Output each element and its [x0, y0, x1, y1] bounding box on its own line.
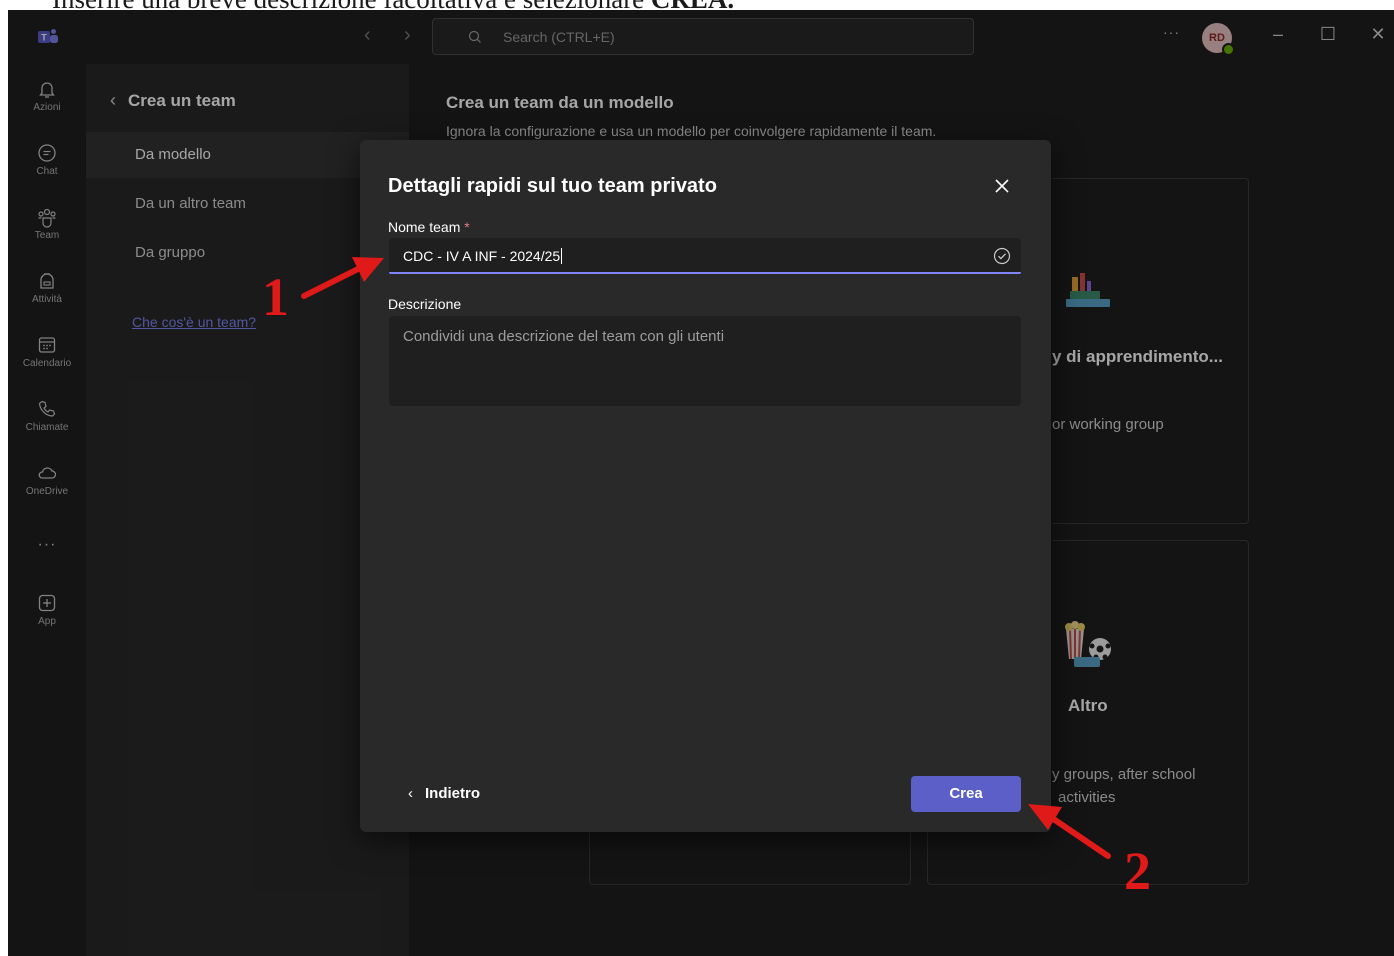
quick-team-details-dialog: Dettagli rapidi sul tuo team privato Nom… [360, 140, 1051, 832]
dialog-title: Dettagli rapidi sul tuo team privato [388, 175, 717, 197]
close-icon[interactable] [992, 176, 1012, 196]
team-name-value: CDC - IV A INF - 2024/25 [403, 248, 561, 264]
annotation-step-2: 2 [1124, 841, 1151, 901]
back-button[interactable]: ‹ Indietro [408, 785, 480, 802]
text-caret [561, 248, 563, 264]
description-textarea[interactable]: Condividi una descrizione del team con g… [389, 316, 1021, 406]
required-mark: * [464, 219, 470, 235]
chevron-left-icon: ‹ [408, 785, 413, 802]
create-button[interactable]: Crea [911, 776, 1021, 812]
annotation-step-1: 1 [262, 267, 289, 327]
check-circle-icon [993, 247, 1011, 265]
team-name-value-wrap: CDC - IV A INF - 2024/25 [403, 248, 563, 264]
team-name-label: Nome team * [388, 219, 470, 235]
description-placeholder: Condividi una descrizione del team con g… [403, 328, 725, 345]
team-name-label-text: Nome team [388, 219, 461, 235]
back-button-label: Indietro [425, 785, 480, 802]
team-name-input[interactable]: CDC - IV A INF - 2024/25 [389, 238, 1021, 274]
description-label: Descrizione [388, 296, 462, 312]
teams-window: T ‹ › Search (CTRL+E) ··· RD – ☐ ✕ Azion… [8, 10, 1394, 956]
